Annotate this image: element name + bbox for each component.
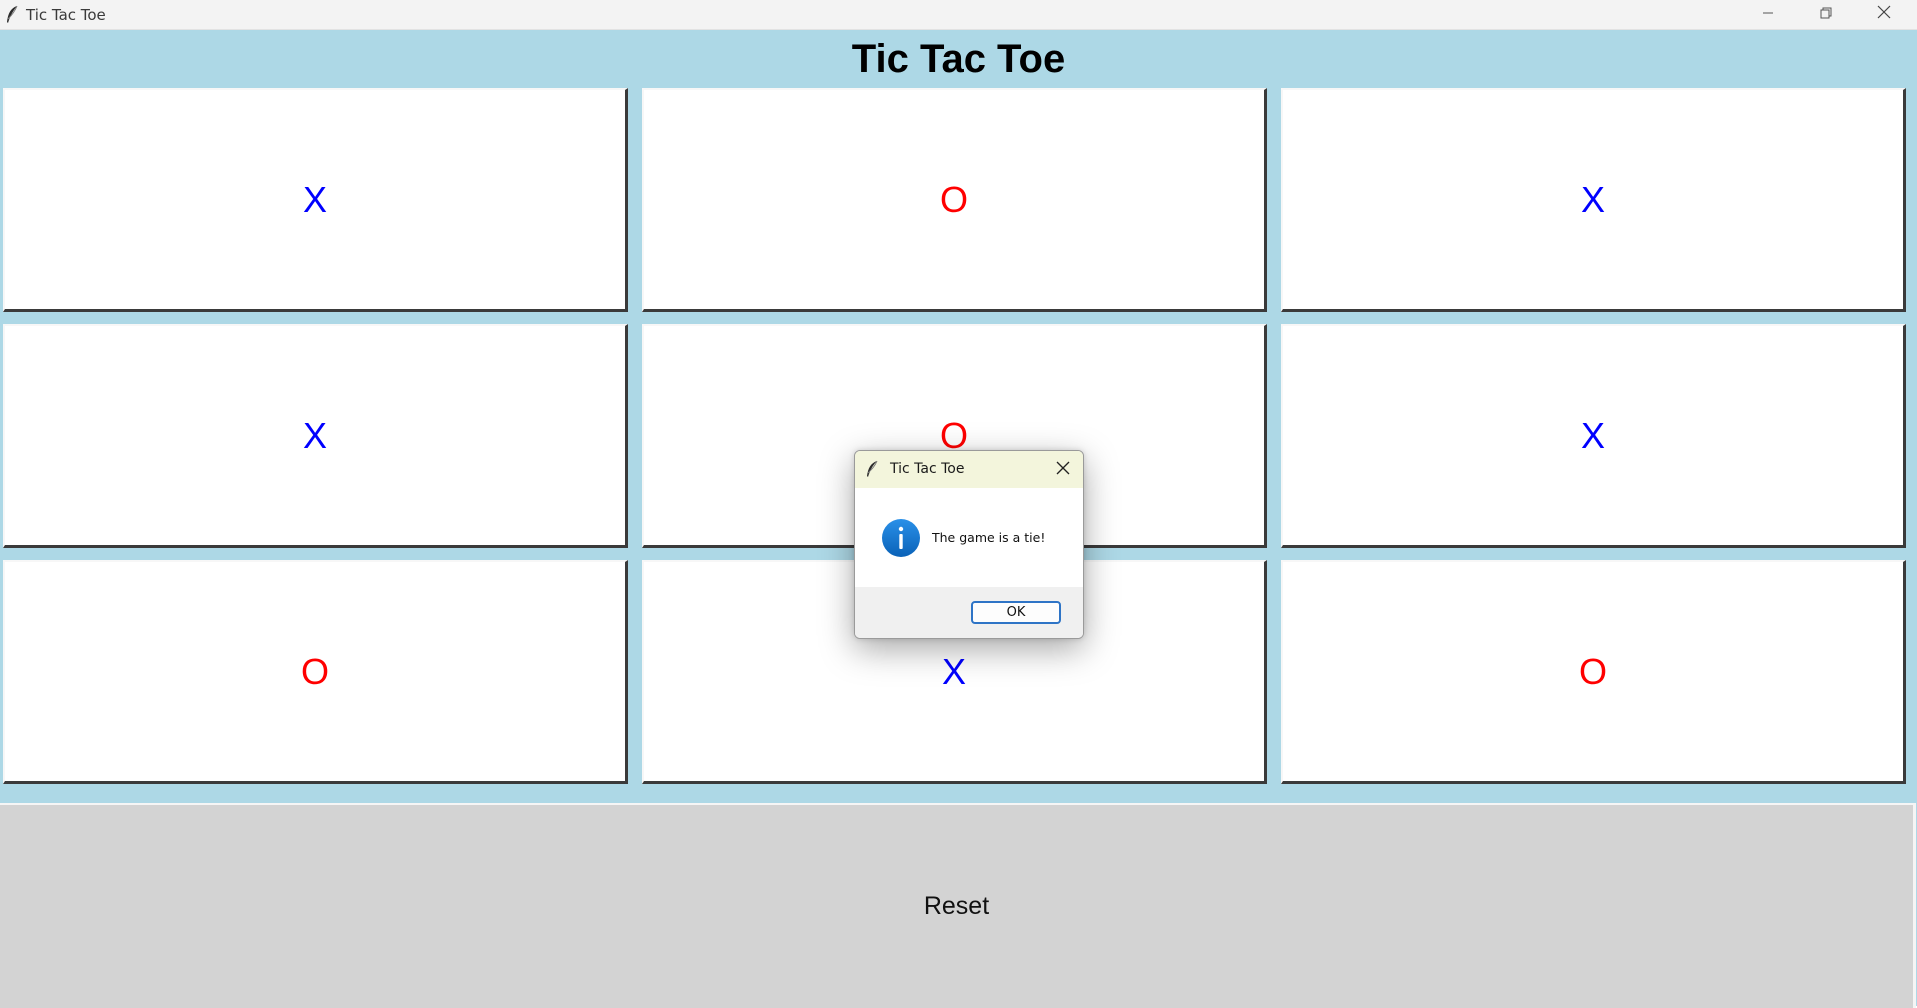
close-icon <box>1056 461 1070 480</box>
close-window-button[interactable] <box>1855 0 1913 29</box>
close-icon <box>1877 5 1891 24</box>
cell-mark: X <box>941 650 966 692</box>
board-cell-1[interactable]: X <box>3 88 628 312</box>
dialog-close-button[interactable] <box>1053 460 1073 480</box>
window-titlebar[interactable]: Tic Tac Toe <box>0 0 1917 30</box>
dialog-footer: OK <box>855 587 1083 638</box>
cell-mark: X <box>1580 178 1605 220</box>
game-title: Tic Tac Toe <box>851 36 1066 81</box>
dialog-title: Tic Tac Toe <box>890 461 965 477</box>
reset-button[interactable]: Reset <box>0 803 1916 1008</box>
dialog-body: The game is a tie! <box>855 488 1083 587</box>
game-header: Tic Tac Toe <box>0 30 1917 88</box>
board-cell-4[interactable]: X <box>3 324 628 548</box>
cell-mark: O <box>300 650 329 692</box>
board-cell-9[interactable]: O <box>1281 560 1906 784</box>
feather-icon <box>866 460 878 478</box>
minimize-button[interactable] <box>1739 0 1797 29</box>
minimize-icon <box>1762 6 1774 24</box>
dialog-titlebar[interactable]: Tic Tac Toe <box>855 451 1083 488</box>
cell-mark: O <box>1578 650 1607 692</box>
restore-button[interactable] <box>1797 0 1855 29</box>
dialog-message: The game is a tie! <box>932 530 1046 545</box>
cell-mark: O <box>939 178 968 220</box>
reset-label: Reset <box>923 892 990 920</box>
cell-mark: X <box>302 414 327 456</box>
ok-button[interactable]: OK <box>971 601 1061 624</box>
board-cell-7[interactable]: O <box>3 560 628 784</box>
cell-mark: X <box>1580 414 1605 456</box>
cell-mark: X <box>302 178 327 220</box>
board-cell-3[interactable]: X <box>1281 88 1906 312</box>
feather-icon <box>5 5 19 24</box>
restore-icon <box>1820 6 1832 24</box>
tie-dialog: Tic Tac Toe The game is a tie! OK <box>854 450 1084 639</box>
app-window: Tic Tac Toe Tic Tac Toe X O X X O X O X … <box>0 0 1917 1008</box>
board-cell-6[interactable]: X <box>1281 324 1906 548</box>
board-cell-2[interactable]: O <box>642 88 1267 312</box>
window-title: Tic Tac Toe <box>26 6 106 24</box>
info-icon <box>881 518 921 558</box>
